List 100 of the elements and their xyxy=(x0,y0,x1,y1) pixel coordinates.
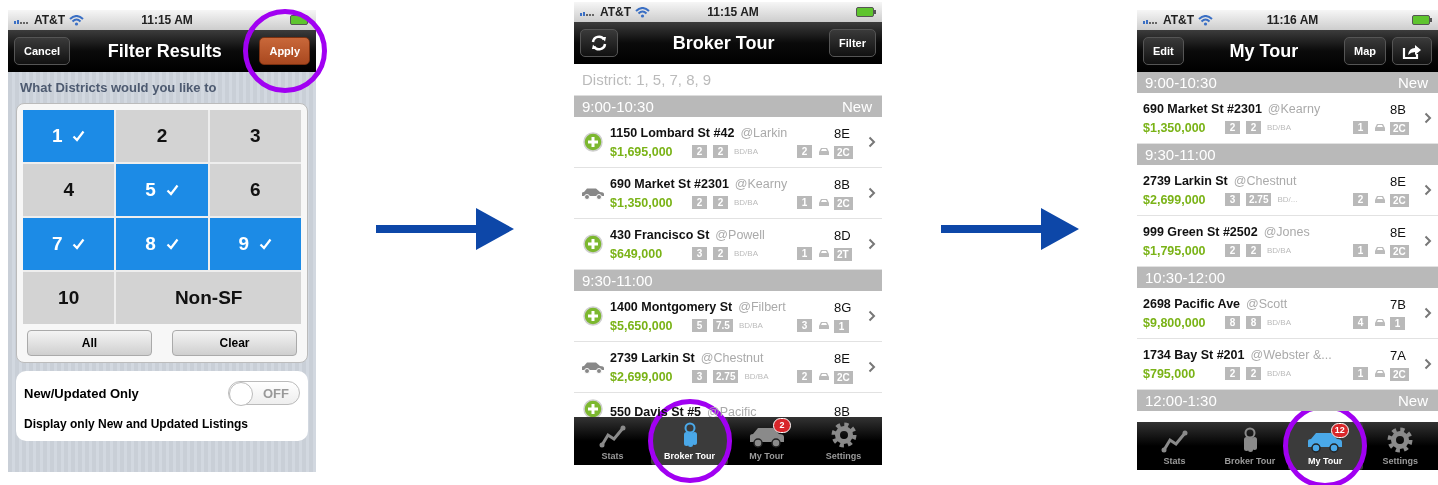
tab[interactable]: Broker Tour xyxy=(1212,422,1288,470)
listing-row[interactable]: 2739 Larkin St @Chestnut $2,699,000 3 2.75 BD/BA 2 8E 2C xyxy=(574,342,882,393)
district-code: 8D xyxy=(834,227,851,243)
new-tag: New xyxy=(1398,74,1428,91)
bed-bath-label: BD/BA xyxy=(1267,369,1291,378)
tab[interactable]: Stats xyxy=(1137,422,1213,470)
bedroom-count: 3 xyxy=(1225,193,1240,206)
bed-bath-label: BD/BA xyxy=(1267,123,1291,132)
icon-button[interactable] xyxy=(1392,37,1432,65)
nav-button[interactable]: Map xyxy=(1344,37,1386,65)
listing-address: 2739 Larkin St xyxy=(1143,173,1228,188)
car-icon xyxy=(818,146,830,157)
icon-button[interactable] xyxy=(580,29,618,57)
car-icon xyxy=(1374,368,1386,379)
listing-row[interactable]: 2739 Larkin St @Chestnut $2,699,000 3 2.75 BD/... 2 8E 2C xyxy=(1137,165,1438,216)
unit-type: 2C xyxy=(1390,244,1409,258)
unit-type: 2C xyxy=(1390,193,1409,207)
listing-address: 1734 Bay St #201 xyxy=(1143,347,1245,362)
nav-button[interactable]: Cancel xyxy=(14,37,71,65)
chevron-icon xyxy=(868,136,876,148)
status-time: 11:15 AM xyxy=(140,13,194,27)
chevron-icon xyxy=(1424,112,1432,124)
district-option[interactable]: 8 xyxy=(116,218,208,270)
district-code: 8G xyxy=(834,299,852,315)
listing-price: $1,350,000 xyxy=(1143,120,1207,135)
listing-row[interactable]: 1400 Montgomery St @Filbert $5,650,000 5 7.5 BD/BA 3 8G 1 xyxy=(574,291,882,342)
car-icon xyxy=(581,186,605,200)
listing-row[interactable]: 2698 Pacific Ave @Scott $9,800,000 8 8 BD/BA 4 7B 1 xyxy=(1137,288,1438,339)
nav-button[interactable]: Edit xyxy=(1143,37,1184,65)
bathroom-count: 2 xyxy=(1246,367,1261,380)
tab[interactable]: Settings xyxy=(1362,422,1438,470)
nav-button[interactable]: Apply xyxy=(259,37,310,65)
bed-bath-label: BD/BA xyxy=(738,321,763,330)
cross-street: @Filbert xyxy=(738,299,786,314)
unit-type: 2C xyxy=(834,145,853,159)
chevron-icon xyxy=(868,361,876,373)
wifi-icon xyxy=(635,6,651,18)
listing-address: 2739 Larkin St xyxy=(610,350,695,365)
action-button[interactable]: All xyxy=(27,330,152,356)
tab[interactable]: Broker Tour xyxy=(651,417,728,465)
district-option[interactable]: 10 xyxy=(23,272,115,324)
cross-street: @Kearny xyxy=(734,176,788,191)
tab[interactable]: Settings xyxy=(805,417,882,465)
tab[interactable]: Stats xyxy=(574,417,651,465)
listing-address: 1150 Lombard St #42 xyxy=(610,125,735,140)
unit-type: 2C xyxy=(1390,367,1409,381)
district-option[interactable]: 7 xyxy=(23,218,115,270)
bathroom-count: 7.5 xyxy=(713,319,733,332)
listing-row[interactable]: 690 Market St #2301 @Kearny $1,350,000 2 2 BD/BA 1 8B 2C xyxy=(574,168,882,219)
chevron-icon xyxy=(1424,307,1432,319)
district-option[interactable]: 1 xyxy=(23,110,115,162)
car-icon xyxy=(818,371,830,382)
bathroom-count: 2 xyxy=(713,196,728,209)
parking-count: 1 xyxy=(1353,244,1368,257)
bathroom-count: 2 xyxy=(713,145,728,158)
wifi-icon xyxy=(69,14,85,26)
bedroom-count: 2 xyxy=(1225,121,1240,134)
status-time: 11:15 AM xyxy=(706,5,760,19)
time-slot: 9:00-10:30 xyxy=(1145,74,1217,91)
cross-street: @Webster &... xyxy=(1250,347,1332,362)
tab[interactable]: My Tour 2 xyxy=(728,417,805,465)
action-button[interactable]: Clear xyxy=(172,330,297,356)
district-code: 8E xyxy=(1390,224,1406,240)
district-option[interactable]: 2 xyxy=(116,110,208,162)
bathroom-count: 2.75 xyxy=(713,370,739,383)
district-option[interactable]: 4 xyxy=(23,164,115,216)
listing-address: 1400 Montgomery St xyxy=(610,299,733,314)
bed-bath-label: BD/BA xyxy=(744,372,769,381)
parking-count: 4 xyxy=(1353,316,1368,329)
cross-street: @Scott xyxy=(1246,296,1288,311)
tab[interactable]: My Tour 12 xyxy=(1287,422,1363,470)
car-icon xyxy=(1374,317,1386,328)
time-slot: 9:30-11:00 xyxy=(1145,146,1216,163)
nav-button[interactable]: Filter xyxy=(829,29,876,57)
count-badge: 12 xyxy=(1330,423,1349,438)
car-icon xyxy=(818,197,830,208)
bed-bath-label: BD/BA xyxy=(734,249,758,258)
question-text: What Districts would you like to xyxy=(20,80,218,95)
listing-row[interactable]: 1150 Lombard St #42 @Larkin $1,695,000 2 2 BD/BA 2 8E 2C xyxy=(574,117,882,168)
district-code: 8E xyxy=(834,125,850,141)
district-option[interactable]: 3 xyxy=(209,110,301,162)
screen-title: Filter Results xyxy=(106,40,223,62)
new-tag: New xyxy=(842,98,872,115)
car-icon xyxy=(581,360,605,374)
cross-street: @Chestnut xyxy=(700,350,764,365)
unit-type: 2T xyxy=(834,247,852,261)
bathroom-count: 2.75 xyxy=(1246,193,1272,206)
district-option[interactable]: Non-SF xyxy=(116,272,301,324)
district-option[interactable]: 5 xyxy=(116,164,208,216)
district-option[interactable]: 9 xyxy=(209,218,301,270)
battery-icon xyxy=(856,7,876,17)
cross-street: @Jones xyxy=(1263,224,1310,239)
chevron-icon xyxy=(868,310,876,322)
add-icon xyxy=(583,234,603,254)
chevron-icon xyxy=(1424,184,1432,196)
check-icon xyxy=(72,238,86,250)
district-option[interactable]: 6 xyxy=(209,164,301,216)
listing-price: $795,000 xyxy=(1143,366,1197,381)
bedroom-count: 8 xyxy=(1225,316,1240,329)
bed-bath-label: BD/BA xyxy=(1267,318,1291,327)
